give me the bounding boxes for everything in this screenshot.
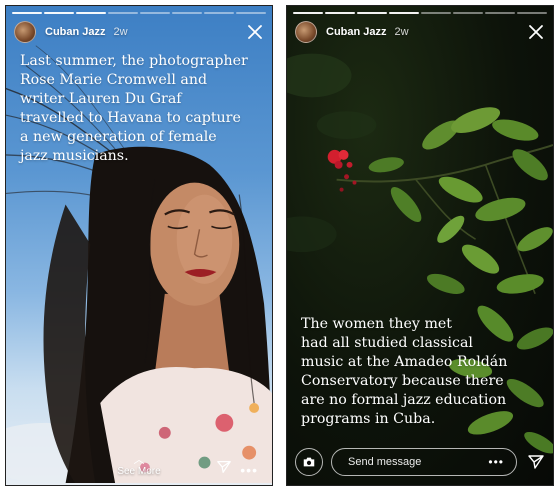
see-more-button[interactable]: ︿ See More (6, 454, 272, 478)
close-icon (529, 25, 543, 39)
progress-segment (108, 12, 138, 14)
progress-segment (44, 12, 74, 14)
camera-icon (303, 457, 315, 467)
share-button[interactable] (527, 453, 545, 471)
send-message-input[interactable]: Send message ••• (331, 448, 517, 476)
story-caption: The women they met had all studied class… (301, 316, 508, 427)
progress-segment (357, 12, 387, 14)
progress-segment (517, 12, 547, 14)
progress-segment (485, 12, 515, 14)
post-age: 2w (394, 26, 409, 38)
chevron-up-icon: ︿ (133, 454, 145, 466)
post-age: 2w (113, 26, 128, 38)
reply-bar: Send message ••• (295, 447, 545, 477)
camera-button[interactable] (295, 448, 323, 476)
close-button[interactable] (246, 23, 264, 41)
story-header: Cuban Jazz 2w (295, 19, 545, 45)
more-options-button[interactable]: ••• (488, 455, 504, 469)
avatar[interactable] (14, 21, 36, 43)
progress-segment (140, 12, 170, 14)
progress-bar (12, 12, 266, 14)
share-button[interactable] (216, 459, 232, 475)
story-caption: Last summer, the photographer Rose Marie… (20, 53, 248, 164)
account-name[interactable]: Cuban Jazz (45, 26, 106, 38)
avatar[interactable] (295, 21, 317, 43)
paper-plane-icon (528, 455, 544, 469)
progress-segment (325, 12, 355, 14)
progress-segment (172, 12, 202, 14)
progress-segment (421, 12, 451, 14)
send-message-placeholder: Send message (348, 456, 422, 468)
progress-bar (293, 12, 547, 14)
story-card-1[interactable]: Cuban Jazz 2w Last summer, the photograp… (5, 5, 273, 486)
more-options-button[interactable]: ••• (240, 463, 258, 477)
story-header: Cuban Jazz 2w (14, 19, 264, 45)
progress-segment (293, 12, 323, 14)
account-name[interactable]: Cuban Jazz (326, 26, 387, 38)
progress-segment (236, 12, 266, 14)
progress-segment (204, 12, 234, 14)
see-more-label: See More (117, 466, 161, 477)
story-card-2[interactable]: Cuban Jazz 2w The women they met had all… (286, 5, 554, 486)
progress-segment (389, 12, 419, 14)
close-button[interactable] (527, 23, 545, 41)
paper-plane-icon (217, 461, 231, 473)
progress-segment (453, 12, 483, 14)
close-icon (248, 25, 262, 39)
progress-segment (76, 12, 106, 14)
progress-segment (12, 12, 42, 14)
